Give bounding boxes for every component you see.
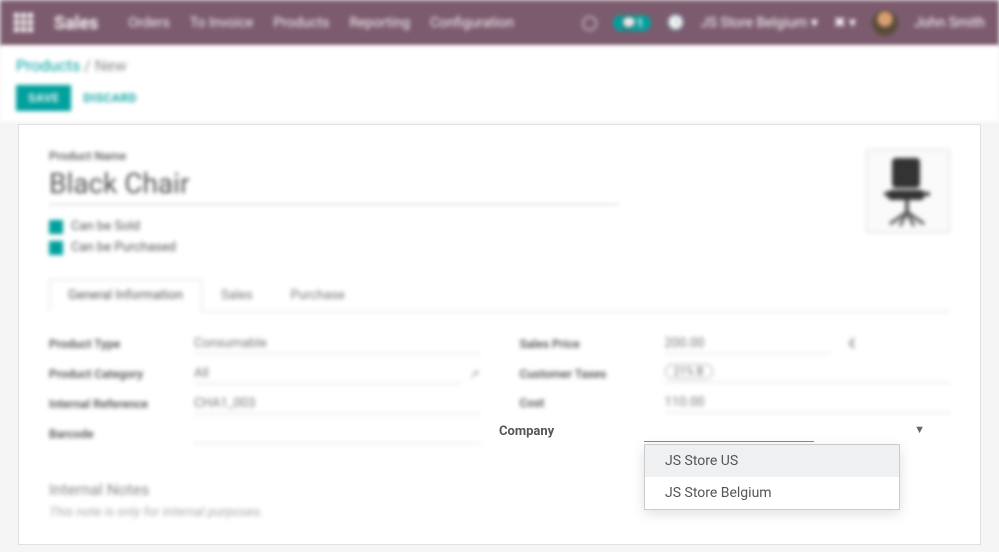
- company-input[interactable]: [644, 420, 814, 442]
- save-button[interactable]: SAVE: [16, 85, 71, 111]
- cost-input[interactable]: [665, 393, 951, 413]
- chevron-down-icon[interactable]: ▼: [914, 423, 925, 436]
- apps-icon[interactable]: [14, 13, 34, 33]
- control-bar: Products / New SAVE DISCARD: [0, 46, 999, 124]
- debug-icon[interactable]: ✖ ▾: [834, 15, 856, 31]
- activity-icon[interactable]: 🕓: [667, 15, 684, 31]
- breadcrumb-root[interactable]: Products: [16, 56, 80, 75]
- cost-label: Cost: [520, 396, 665, 410]
- product-image[interactable]: [866, 149, 950, 233]
- category-label: Product Category: [49, 367, 194, 381]
- checkbox-icon: [49, 220, 63, 234]
- barcode-input[interactable]: [194, 424, 480, 444]
- menu-configuration[interactable]: Configuration: [430, 15, 514, 31]
- external-link-icon[interactable]: ↗: [469, 367, 479, 381]
- user-name[interactable]: John Smith: [914, 15, 985, 31]
- avatar[interactable]: [872, 10, 898, 36]
- menu-orders[interactable]: Orders: [128, 15, 170, 31]
- help-icon[interactable]: ◯: [582, 15, 598, 31]
- breadcrumb-current: New: [95, 56, 127, 75]
- company-label: Company: [499, 424, 644, 439]
- can-be-purchased-row[interactable]: Can be Purchased: [49, 240, 866, 255]
- menu-reporting[interactable]: Reporting: [350, 15, 411, 31]
- top-navbar: Sales Orders To Invoice Products Reporti…: [0, 0, 999, 46]
- discard-button[interactable]: DISCARD: [83, 91, 136, 105]
- tabs: General Information Sales Purchase: [49, 279, 950, 312]
- tab-purchase[interactable]: Purchase: [272, 279, 364, 311]
- product-name-label: Product Name: [49, 149, 866, 163]
- product-type-label: Product Type: [49, 337, 194, 351]
- tax-tag[interactable]: 21% B: [665, 364, 713, 379]
- internal-ref-label: Internal Reference: [49, 397, 194, 411]
- sales-price-input[interactable]: [665, 334, 831, 354]
- product-type-select[interactable]: [194, 334, 480, 354]
- chat-badge[interactable]: 💬1: [613, 15, 651, 31]
- product-name-input[interactable]: Black Chair: [49, 167, 619, 205]
- tab-general[interactable]: General Information: [49, 279, 202, 312]
- chair-icon: [878, 154, 938, 228]
- app-brand: Sales: [54, 13, 98, 34]
- tab-sales[interactable]: Sales: [202, 279, 272, 311]
- menu-products[interactable]: Products: [273, 15, 329, 31]
- customer-taxes-label: Customer Taxes: [520, 367, 665, 381]
- main-menu: Orders To Invoice Products Reporting Con…: [128, 15, 514, 31]
- company-dropdown: JS Store US JS Store Belgium: [644, 444, 900, 510]
- sales-price-label: Sales Price: [520, 337, 665, 351]
- internal-ref-input[interactable]: [194, 394, 480, 414]
- menu-to-invoice[interactable]: To Invoice: [190, 15, 254, 31]
- checkbox-icon: [49, 241, 63, 255]
- can-be-sold-row[interactable]: Can be Sold: [49, 219, 866, 234]
- dropdown-option-us[interactable]: JS Store US: [645, 445, 899, 477]
- category-select[interactable]: [194, 364, 461, 384]
- company-switcher[interactable]: JS Store Belgium ▾: [701, 15, 818, 31]
- barcode-label: Barcode: [49, 427, 194, 441]
- breadcrumb: Products / New: [16, 56, 983, 75]
- dropdown-option-belgium[interactable]: JS Store Belgium: [645, 477, 899, 509]
